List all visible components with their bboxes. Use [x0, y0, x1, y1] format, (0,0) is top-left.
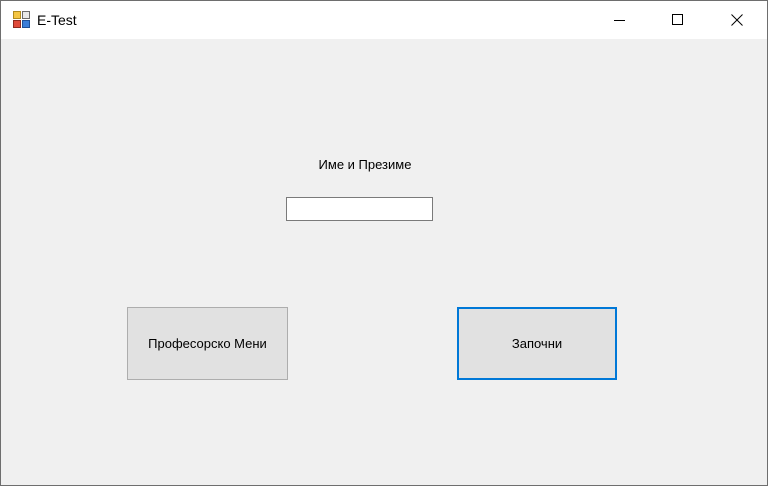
name-label: Име и Презиме: [318, 157, 412, 172]
professor-menu-button[interactable]: Професорско Мени: [127, 307, 288, 380]
close-button[interactable]: [708, 1, 766, 39]
start-button[interactable]: Започни: [457, 307, 617, 380]
app-window: E-Test Име и Презиме Професорско Мени За…: [0, 0, 768, 486]
form-client-area: Име и Презиме Професорско Мени Започни: [1, 39, 767, 485]
minimize-button[interactable]: [591, 1, 649, 39]
maximize-button[interactable]: [649, 1, 707, 39]
title-bar[interactable]: E-Test: [1, 1, 767, 39]
window-title: E-Test: [37, 12, 77, 28]
name-input[interactable]: [286, 197, 433, 221]
maximize-icon: [672, 14, 683, 25]
minimize-icon: [614, 20, 625, 21]
close-icon: [731, 14, 743, 26]
app-forms-icon: [13, 11, 30, 28]
